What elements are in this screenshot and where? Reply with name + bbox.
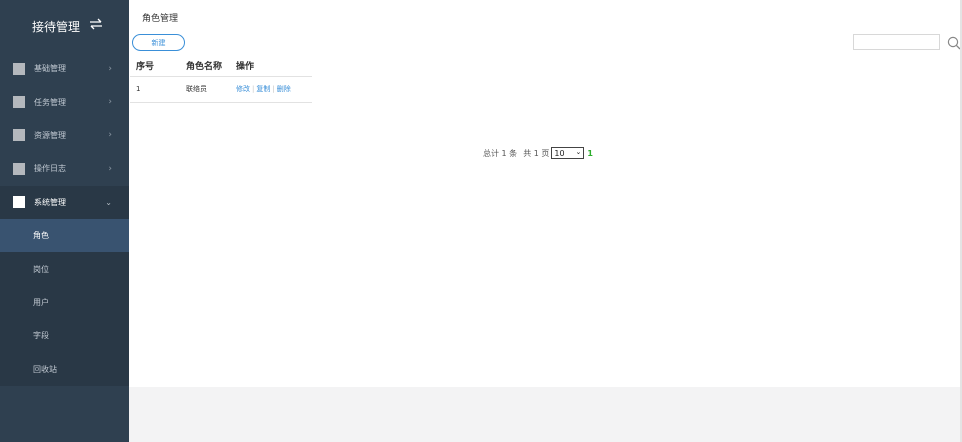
sidebar-subitem-user[interactable]: 用户 <box>0 286 129 319</box>
sidebar: 接待管理 基础管理 › 任务管理 › 资源管理 › 操作日志 › 系统管理 ⌄ … <box>0 0 129 442</box>
sidebar-item-resource[interactable]: 资源管理 › <box>0 119 129 152</box>
page-size-value: 10 <box>554 148 565 158</box>
sidebar-subitem-role[interactable]: 角色 <box>0 218 129 253</box>
new-button[interactable]: 新建 <box>132 34 185 51</box>
sidebar-subitem-label: 岗位 <box>33 264 49 274</box>
menu-square-icon <box>13 196 25 209</box>
divider: | <box>252 85 255 93</box>
copy-link[interactable]: 复制 <box>256 85 270 93</box>
chevron-right-icon: › <box>108 63 112 74</box>
chevron-right-icon: › <box>108 163 112 174</box>
sidebar-item-basic[interactable]: 基础管理 › <box>0 52 129 85</box>
delete-link[interactable]: 删除 <box>277 85 291 93</box>
sidebar-header: 接待管理 <box>0 0 129 52</box>
sidebar-subitem-label: 字段 <box>33 331 49 341</box>
sidebar-item-label: 基础管理 <box>34 64 66 74</box>
main-panel: 角色管理 新建 序号 角色名称 操作 1 联络员 修改 | 复制 | 删除 总计… <box>129 0 961 387</box>
chevron-down-icon: ⌄ <box>575 148 582 156</box>
column-header-actions: 操作 <box>230 56 312 77</box>
chevron-down-icon: ⌄ <box>105 197 112 207</box>
edit-link[interactable]: 修改 <box>236 85 250 93</box>
current-page[interactable]: 1 <box>587 149 593 158</box>
roles-table: 序号 角色名称 操作 1 联络员 修改 | 复制 | 删除 <box>130 56 312 103</box>
divider: | <box>272 85 275 93</box>
column-header-index: 序号 <box>130 56 180 77</box>
sidebar-subitem-field[interactable]: 字段 <box>0 319 129 352</box>
sidebar-item-label: 操作日志 <box>34 164 66 174</box>
sidebar-subitem-post[interactable]: 岗位 <box>0 252 129 285</box>
cell-index: 1 <box>130 76 180 103</box>
page-count: 共 1 页 <box>523 148 550 158</box>
total-count: 总计 1 条 <box>483 148 518 158</box>
chevron-right-icon: › <box>108 130 112 141</box>
submenu: 角色 岗位 用户 字段 回收站 <box>0 218 129 386</box>
pagination: 总计 1 条 共 1 页 10 ⌄ 1 <box>483 147 593 159</box>
menu-square-icon <box>13 162 25 175</box>
cell-role-name: 联络员 <box>180 76 230 103</box>
sidebar-subitem-label: 用户 <box>33 297 49 307</box>
table-row: 1 联络员 修改 | 复制 | 删除 <box>130 76 312 103</box>
sidebar-subitem-label: 角色 <box>33 231 49 241</box>
sidebar-item-label: 任务管理 <box>34 97 66 107</box>
app-title: 接待管理 <box>32 19 81 34</box>
cell-actions: 修改 | 复制 | 删除 <box>230 76 312 103</box>
menu-square-icon <box>13 129 25 142</box>
chevron-right-icon: › <box>108 97 112 108</box>
sidebar-item-label: 资源管理 <box>34 130 66 140</box>
sidebar-item-task[interactable]: 任务管理 › <box>0 85 129 118</box>
sidebar-subitem-recycle[interactable]: 回收站 <box>0 353 129 386</box>
sidebar-subitem-label: 回收站 <box>33 364 57 374</box>
menu-square-icon <box>13 96 25 109</box>
swap-icon[interactable] <box>89 18 103 34</box>
menu-square-icon <box>13 62 25 75</box>
search-icon[interactable] <box>947 35 961 50</box>
sidebar-item-log[interactable]: 操作日志 › <box>0 152 129 185</box>
sidebar-item-system[interactable]: 系统管理 ⌄ <box>0 185 129 219</box>
column-header-name: 角色名称 <box>180 56 230 77</box>
page-size-select[interactable]: 10 ⌄ <box>551 147 585 159</box>
search-input[interactable] <box>853 34 940 50</box>
sidebar-item-label: 系统管理 <box>34 197 66 207</box>
page-title: 角色管理 <box>142 14 179 24</box>
table-header-row: 序号 角色名称 操作 <box>130 56 312 77</box>
